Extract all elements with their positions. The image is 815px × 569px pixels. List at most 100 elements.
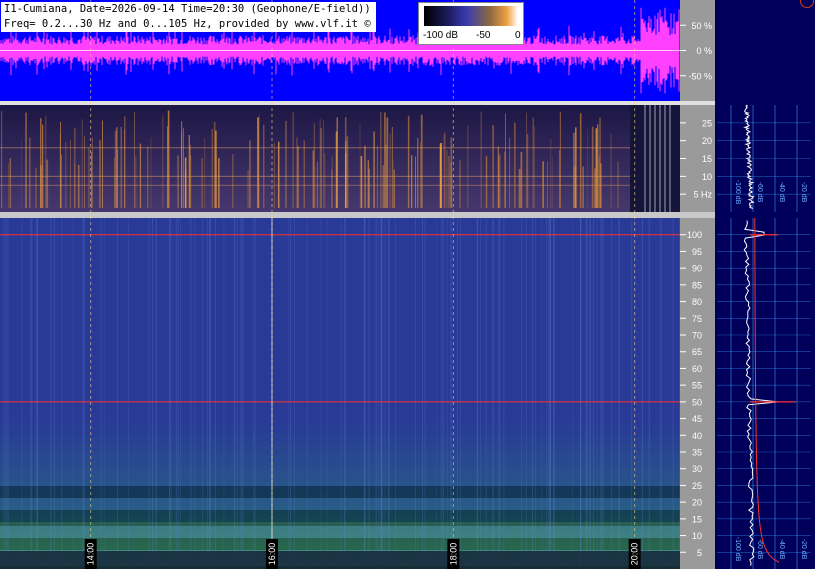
spectrogram-low-band xyxy=(0,201,680,204)
spectrogram-low-band xyxy=(0,192,680,195)
spectrogram-low-tick-label: 5 Hz xyxy=(693,190,712,200)
time-tick-label: 16:00 xyxy=(267,543,277,566)
spectrogram-low-band xyxy=(0,111,680,114)
spectrogram-high-tick-label: 70 xyxy=(692,331,702,341)
spectrogram-high-band xyxy=(0,422,680,426)
spectrogram-high-band xyxy=(0,546,680,550)
spectrogram-low-band xyxy=(0,198,680,201)
spectrogram-high-band xyxy=(0,358,680,362)
spectrogram-low-band xyxy=(0,132,680,135)
spectrogram-low-band xyxy=(0,123,680,126)
colorbar-label-mid: -50 xyxy=(476,30,491,41)
spectrogram-high-tick-label: 30 xyxy=(692,464,702,474)
spectrogram-low-band xyxy=(0,135,680,138)
spectrogram-high-band xyxy=(0,342,680,346)
spectrogram-low-band xyxy=(0,189,680,192)
spectrogram-high-band xyxy=(0,278,680,282)
spectrogram-high-band xyxy=(0,402,680,406)
spectrogram-high-band xyxy=(0,230,680,234)
spectrogram-high-tick-label: 15 xyxy=(692,514,702,524)
spectrogram-high-tick-label: 50 xyxy=(692,397,702,407)
spectrogram-high-band xyxy=(0,514,680,518)
colorbar-label-min: -100 dB xyxy=(423,30,459,41)
spectrogram-high-band xyxy=(0,534,680,538)
spectrogram-high-band xyxy=(0,286,680,290)
spectrogram-low-band xyxy=(0,153,680,156)
spectrogram-high-band xyxy=(0,250,680,254)
spectrogram-high-band xyxy=(0,482,680,486)
spectrogram-high-band xyxy=(0,434,680,438)
spectrogram-high-band xyxy=(0,366,680,370)
spectrogram-high-tick-label: 100 xyxy=(687,230,702,240)
spectrogram-high-band xyxy=(0,390,680,394)
spectrogram-high-band xyxy=(0,334,680,338)
profile-tick-label: -20 dB xyxy=(800,539,807,560)
spectrogram-low-band xyxy=(0,165,680,168)
spectrogram-high-band xyxy=(0,338,680,342)
spectrogram-high-band xyxy=(0,262,680,266)
spectrogram-high-tick-label: 75 xyxy=(692,314,702,324)
header-caption: I1-Cumiana, Date=2026-09-14 Time=20:30 (… xyxy=(1,2,376,32)
spectrogram-high-band xyxy=(0,310,680,314)
spectrogram-low-band xyxy=(0,126,680,129)
spectrogram-high-tick-label: 65 xyxy=(692,347,702,357)
spectrogram-high-band xyxy=(0,378,680,382)
waveform-tick-label: -50 % xyxy=(688,71,712,81)
header-line-2: Freq= 0.2...30 Hz and 0...105 Hz, provid… xyxy=(4,18,371,30)
spectrogram-low-band xyxy=(0,108,680,111)
spectrogram-low-band xyxy=(0,186,680,189)
spectrogram-high-band xyxy=(0,326,680,330)
spectrogram-low xyxy=(0,105,680,213)
spectrogram-high-band xyxy=(0,314,680,318)
spectrogram-high-band xyxy=(0,478,680,482)
spectrogram-high-tick-label: 85 xyxy=(692,280,702,290)
spectrogram-high-floor xyxy=(0,551,680,569)
spectrogram-high-tick-label: 5 xyxy=(697,548,702,558)
spectrogram-high-band xyxy=(0,542,680,546)
spectrogram-high-band xyxy=(0,510,680,514)
spectrogram-high-band xyxy=(0,462,680,466)
profile-tick-label: -60 dB xyxy=(756,182,763,203)
spectrogram-high-scale: 100 95 90 85 80 75 70 65 60 55 50 45 40 35 30 25 20 15 10 5 xyxy=(680,218,715,569)
spectrogram-high-band xyxy=(0,530,680,534)
spectrogram-low-band xyxy=(0,159,680,162)
spectrogram-high-band xyxy=(0,474,680,478)
spectrogram-low-tick-label: 15 xyxy=(702,154,712,164)
spectrogram-low-band xyxy=(0,141,680,144)
spectrogram-high-band xyxy=(0,242,680,246)
spectrogram-low-band xyxy=(0,156,680,159)
spectrogram-high-band xyxy=(0,410,680,414)
waveform-scale: 50 % 0 % -50 % xyxy=(680,0,715,101)
spectrogram-high-tick-label: 55 xyxy=(692,381,702,391)
spectrogram-high-tick-label: 40 xyxy=(692,431,702,441)
spectrogram-high-tick-label: 35 xyxy=(692,448,702,458)
colorbar-label-max: 0 xyxy=(515,30,521,41)
spectrogram-low-band xyxy=(0,207,680,210)
spectrogram-high-band xyxy=(0,458,680,462)
spectrogram-high-band xyxy=(0,450,680,454)
spectrogram-high-band xyxy=(0,330,680,334)
spectrogram-high-band xyxy=(0,438,680,442)
spectrogram-high-band xyxy=(0,494,680,498)
spectrogram-low-band xyxy=(0,177,680,180)
spectrogram-high-band xyxy=(0,414,680,418)
spectrogram-high-band xyxy=(0,506,680,510)
spectrogram-high-band xyxy=(0,238,680,242)
time-tick-label: 14:00 xyxy=(86,543,96,566)
waveform-tick-label: 0 % xyxy=(696,46,712,56)
spectrogram-high-band xyxy=(0,294,680,298)
spectrogram-high-band xyxy=(0,526,680,530)
spectrogram-high-band xyxy=(0,322,680,326)
spectrogram-low-band xyxy=(0,129,680,132)
spectrogram-low-band xyxy=(0,120,680,123)
spectrogram-high-band xyxy=(0,266,680,270)
spectrogram-low-band xyxy=(0,117,680,120)
spectrogram-high-band xyxy=(0,290,680,294)
spectrogram-low-band xyxy=(0,204,680,207)
spectrogram-high-band xyxy=(0,370,680,374)
spectrogram-high-band xyxy=(0,270,680,274)
spectrogram-low-tick-label: 10 xyxy=(702,172,712,182)
spectrogram-high-band xyxy=(0,362,680,366)
spectrogram-high-band xyxy=(0,470,680,474)
spectrogram-high-band xyxy=(0,222,680,226)
